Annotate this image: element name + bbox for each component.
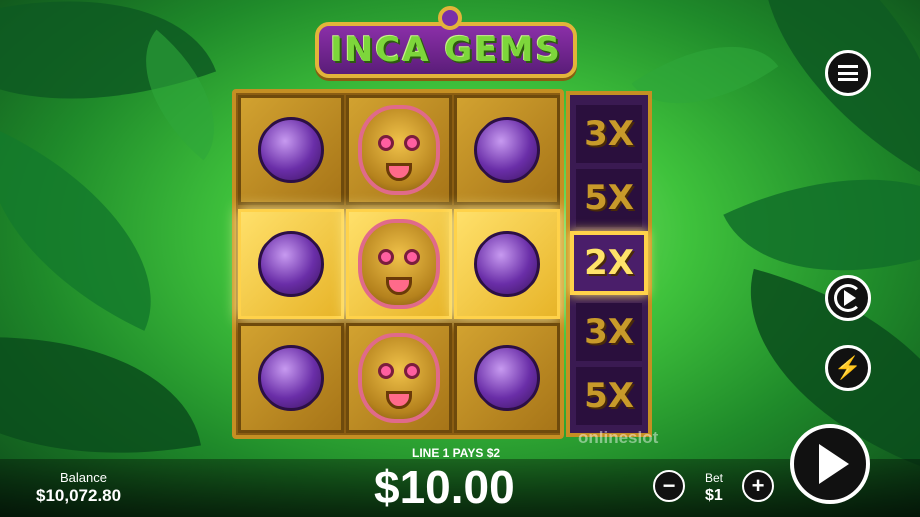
sun-mask-icon (358, 219, 440, 309)
plus-icon: + (751, 473, 765, 498)
bet-label: Bet (705, 471, 724, 485)
reel-cell (454, 95, 560, 205)
reel-grid (232, 89, 564, 439)
menu-button[interactable] (825, 50, 871, 96)
reel-cell-winning (346, 209, 452, 319)
multiplier-reel: 3X 5X 2X 3X 5X (566, 91, 652, 437)
multiplier-item: 3X (576, 105, 642, 163)
menu-icon (838, 65, 858, 81)
autoplay-button[interactable] (825, 275, 871, 321)
reel-cell (238, 323, 344, 433)
bet-value: $1 (705, 487, 723, 504)
reel-cell (346, 95, 452, 205)
purple-gem-icon (258, 345, 324, 411)
multiplier-item: 5X (576, 169, 642, 227)
logo-gem-icon (438, 6, 462, 30)
balance-label: Balance (60, 470, 107, 485)
win-message: LINE 1 PAYS $2 (412, 446, 501, 460)
purple-gem-icon (474, 231, 540, 297)
autoplay-icon (834, 284, 862, 312)
minus-icon: − (662, 473, 676, 498)
multiplier-item: 5X (576, 367, 642, 425)
turbo-icon: ⚡ (834, 355, 862, 380)
multiplier-item-active: 2X (570, 231, 648, 295)
purple-gem-icon (258, 117, 324, 183)
multiplier-item: 3X (576, 303, 642, 361)
bet-increase-button[interactable]: + (742, 470, 774, 502)
game-logo: INCA GEMS (315, 6, 577, 78)
reel-cell (454, 323, 560, 433)
sun-mask-icon (358, 105, 440, 195)
reel-cell (346, 323, 452, 433)
bet-decrease-button[interactable]: − (653, 470, 685, 502)
purple-gem-icon (474, 345, 540, 411)
sun-mask-icon (358, 333, 440, 423)
jungle-leaf (0, 129, 196, 331)
reel-cell-winning (454, 209, 560, 319)
reel-cell (238, 95, 344, 205)
game-title: INCA GEMS (330, 30, 562, 70)
reel-cell-winning (238, 209, 344, 319)
purple-gem-icon (258, 231, 324, 297)
watermark: onlineslot (578, 428, 659, 447)
balance-value: $10,072.80 (36, 486, 122, 505)
jungle-leaf (631, 9, 779, 141)
play-icon (819, 444, 849, 484)
spin-button[interactable] (790, 424, 870, 504)
purple-gem-icon (474, 117, 540, 183)
turbo-button[interactable]: ⚡ (825, 345, 871, 391)
win-amount: $10.00 (374, 461, 515, 513)
